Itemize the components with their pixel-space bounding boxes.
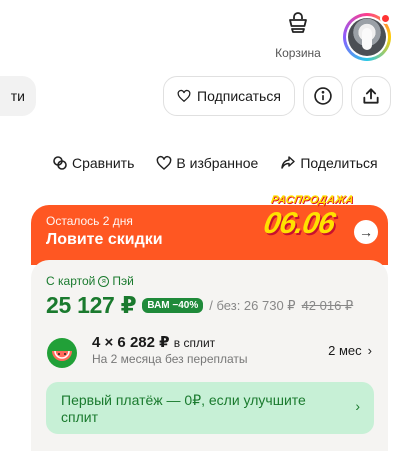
compare-icon [53, 156, 67, 170]
promo-subtitle: Осталось 2 дня [46, 214, 133, 228]
with-card-prefix: С картой [46, 274, 96, 288]
heart-icon [177, 89, 191, 103]
split-upgrade-banner[interactable]: Первый платёж — 0₽, если улучшите сплит … [46, 382, 374, 434]
price-without-card: / без: 26 730 ₽ [209, 297, 296, 313]
product-actions: Сравнить В избранное Поделиться [52, 155, 413, 171]
split-subtitle: На 2 месяца без переплаты [92, 352, 248, 366]
heart-icon [156, 155, 172, 170]
notification-dot [380, 13, 391, 24]
promo-banner[interactable]: Осталось 2 дня Ловите скидки РАСПРОДАЖА … [31, 194, 388, 265]
upload-button[interactable] [351, 76, 391, 116]
sale-badge-date: 06.06 [261, 207, 338, 240]
compare-action[interactable]: Сравнить [52, 155, 134, 171]
share-action[interactable]: Поделиться [280, 155, 378, 171]
subscribe-button[interactable]: Подписаться [163, 76, 295, 116]
sale-badge-word: РАСПРОДАЖА [269, 194, 355, 206]
partial-left-button[interactable]: ти [0, 76, 36, 116]
share-icon [281, 156, 296, 169]
cart-label: Корзина [275, 46, 321, 60]
promo-title: Ловите скидки [46, 231, 163, 248]
info-icon [314, 87, 332, 105]
favorite-label: В избранное [176, 155, 259, 171]
share-label: Поделиться [300, 155, 378, 171]
split-upgrade-text: Первый платёж — 0₽, если улучшите сплит [61, 392, 306, 425]
pay-icon: я [98, 275, 110, 287]
favorite-action[interactable]: В избранное [156, 155, 258, 171]
cart-button[interactable]: Корзина [270, 12, 326, 62]
compare-label: Сравнить [72, 155, 135, 171]
split-term-selector[interactable]: 2 мес › [328, 343, 372, 358]
old-price: 42 016 ₽ [301, 297, 354, 313]
card-price-label: С картой я Пэй [46, 274, 134, 288]
split-amount-value: 4 × 6 282 ₽ [92, 334, 170, 351]
partial-left-button-label: ти [10, 88, 25, 104]
avatar-photo [348, 18, 386, 56]
split-amount-suffix: в сплит [173, 336, 216, 350]
arrow-right-icon[interactable]: → [354, 220, 378, 244]
chevron-right-icon: › [355, 398, 360, 414]
avatar[interactable] [343, 13, 391, 61]
price-row: 25 127 ₽ ВАМ −40% / без: 26 730 ₽ 42 016… [46, 292, 353, 319]
discount-badge: ВАМ −40% [142, 298, 204, 313]
current-price: 25 127 ₽ [46, 292, 137, 318]
split-icon [47, 338, 77, 368]
card-name: Пэй [112, 274, 134, 288]
price-card: С картой я Пэй 25 127 ₽ ВАМ −40% / без: … [31, 260, 388, 451]
split-amount: 4 × 6 282 ₽ в сплит [92, 333, 215, 351]
chevron-right-icon: › [367, 343, 372, 358]
upload-icon [363, 88, 379, 104]
cart-icon [289, 12, 307, 33]
subscribe-label: Подписаться [197, 88, 281, 104]
info-button[interactable] [303, 76, 343, 116]
split-term-value: 2 мес [328, 343, 362, 358]
split-option[interactable]: 4 × 6 282 ₽ в сплит На 2 месяца без пере… [46, 332, 376, 372]
